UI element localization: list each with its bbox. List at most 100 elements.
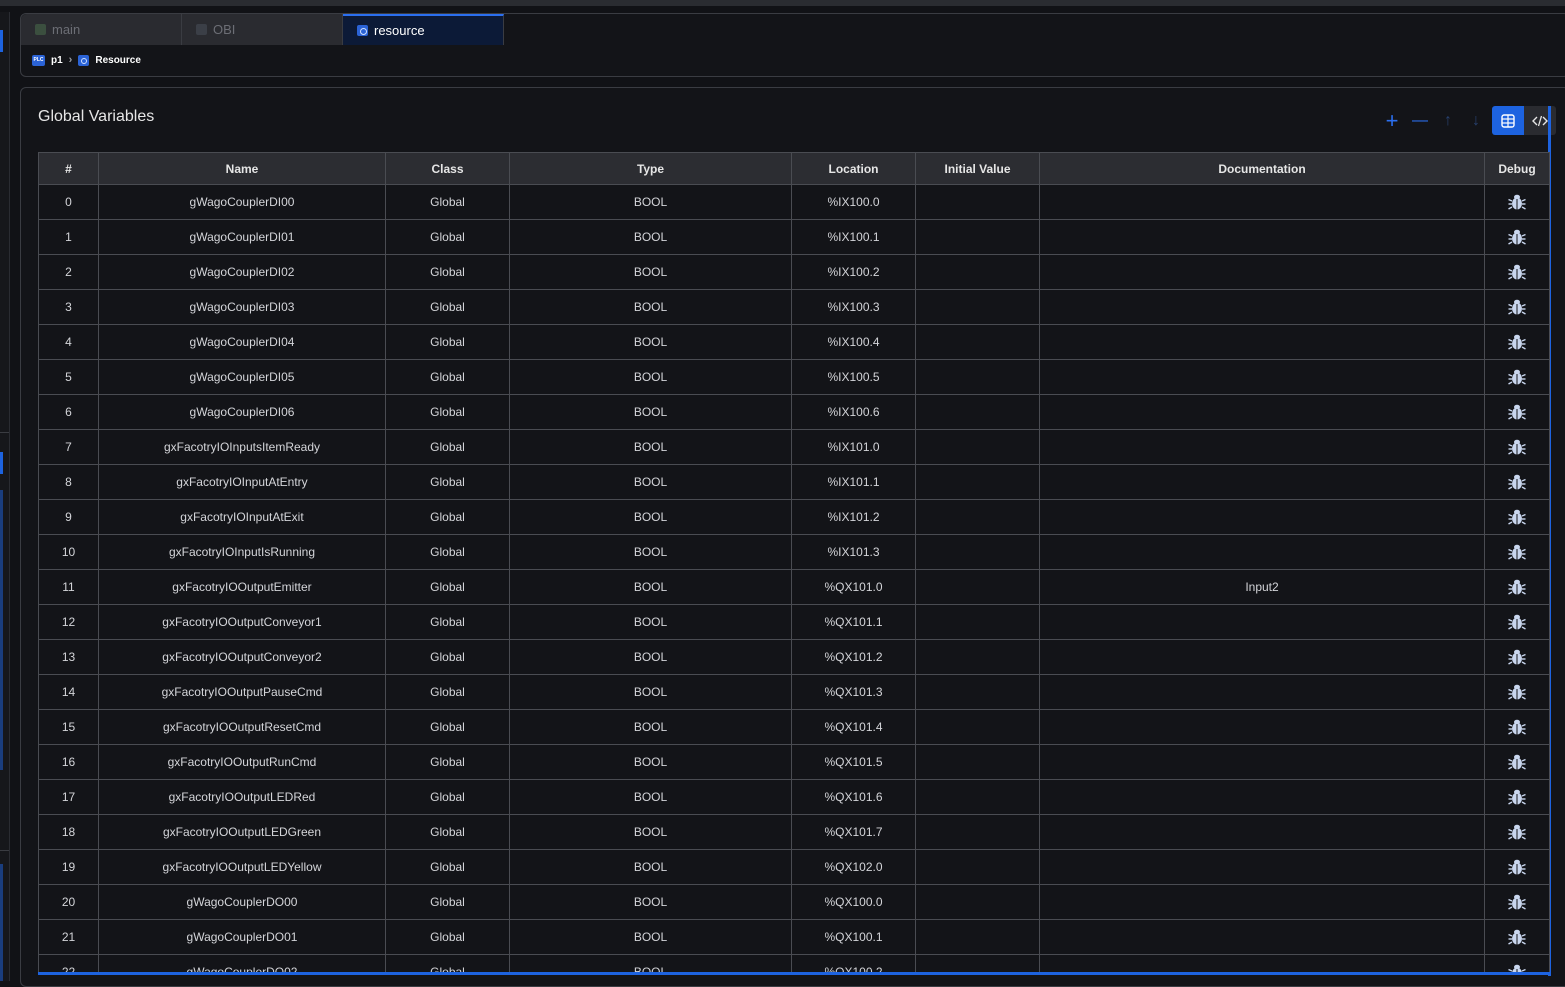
cell-initial-value[interactable] [915,534,1040,570]
cell-class[interactable]: Global [385,674,510,710]
cell-initial-value[interactable] [915,254,1040,290]
cell-class[interactable]: Global [385,184,510,220]
cell-documentation[interactable] [1039,464,1485,500]
cell-initial-value[interactable] [915,359,1040,395]
cell-initial-value[interactable] [915,464,1040,500]
cell-class[interactable]: Global [385,359,510,395]
cell-initial-value[interactable] [915,219,1040,255]
debug-toggle-button[interactable] [1484,569,1550,605]
cell-class[interactable]: Global [385,919,510,955]
tab-obi[interactable]: OBI [182,14,343,45]
cell-name[interactable]: gxFacotryIOOutputConveyor1 [98,604,386,640]
debug-toggle-button[interactable] [1484,219,1550,255]
cell-documentation[interactable] [1039,954,1485,972]
cell-type[interactable]: BOOL [509,289,792,325]
cell-documentation[interactable]: Input2 [1039,569,1485,605]
column-header-name[interactable]: Name [98,152,386,185]
debug-toggle-button[interactable] [1484,254,1550,290]
table-row[interactable]: 1 gWagoCouplerDI01 Global BOOL %IX100.1 [38,219,1550,255]
table-row[interactable]: 20 gWagoCouplerDO00 Global BOOL %QX100.0 [38,884,1550,920]
cell-initial-value[interactable] [915,849,1040,885]
cell-location[interactable]: %QX100.0 [791,884,916,920]
debug-toggle-button[interactable] [1484,884,1550,920]
breadcrumb-project[interactable]: p1 [51,55,63,66]
cell-name[interactable]: gWagoCouplerDO01 [98,919,386,955]
debug-toggle-button[interactable] [1484,324,1550,360]
debug-toggle-button[interactable] [1484,534,1550,570]
debug-toggle-button[interactable] [1484,849,1550,885]
tab-main[interactable]: main [21,14,182,45]
add-variable-button[interactable]: + [1378,107,1406,135]
cell-initial-value[interactable] [915,569,1040,605]
debug-toggle-button[interactable] [1484,359,1550,395]
cell-documentation[interactable] [1039,604,1485,640]
cell-type[interactable]: BOOL [509,569,792,605]
cell-documentation[interactable] [1039,394,1485,430]
cell-documentation[interactable] [1039,779,1485,815]
cell-class[interactable]: Global [385,814,510,850]
table-row[interactable]: 22 gWagoCouplerDO02 Global BOOL %QX100.2 [38,954,1550,972]
cell-documentation[interactable] [1039,884,1485,920]
cell-initial-value[interactable] [915,289,1040,325]
cell-class[interactable]: Global [385,499,510,535]
cell-documentation[interactable] [1039,289,1485,325]
cell-type[interactable]: BOOL [509,604,792,640]
cell-name[interactable]: gWagoCouplerDI03 [98,289,386,325]
breadcrumb-resource[interactable]: Resource [95,55,141,66]
cell-location[interactable]: %IX101.1 [791,464,916,500]
cell-name[interactable]: gxFacotryIOOutputLEDYellow [98,849,386,885]
debug-toggle-button[interactable] [1484,919,1550,955]
table-row[interactable]: 9 gxFacotryIOInputAtExit Global BOOL %IX101.… [38,499,1550,535]
cell-class[interactable]: Global [385,219,510,255]
cell-location[interactable]: %IX100.6 [791,394,916,430]
cell-initial-value[interactable] [915,184,1040,220]
table-view-button[interactable] [1492,106,1524,135]
debug-toggle-button[interactable] [1484,464,1550,500]
debug-toggle-button[interactable] [1484,639,1550,675]
cell-index[interactable]: 1 [38,219,99,255]
cell-index[interactable]: 5 [38,359,99,395]
cell-index[interactable]: 16 [38,744,99,780]
column-header-type[interactable]: Type [509,152,792,185]
cell-location[interactable]: %IX101.2 [791,499,916,535]
table-row[interactable]: 6 gWagoCouplerDI06 Global BOOL %IX100.6 [38,394,1550,430]
table-row[interactable]: 10 gxFacotryIOInputIsRunning Global BOOL %IX… [38,534,1550,570]
debug-toggle-button[interactable] [1484,709,1550,745]
cell-type[interactable]: BOOL [509,324,792,360]
cell-class[interactable]: Global [385,429,510,465]
cell-location[interactable]: %QX101.7 [791,814,916,850]
cell-type[interactable]: BOOL [509,849,792,885]
cell-name[interactable]: gxFacotryIOOutputResetCmd [98,709,386,745]
cell-class[interactable]: Global [385,954,510,972]
cell-documentation[interactable] [1039,709,1485,745]
cell-name[interactable]: gWagoCouplerDI02 [98,254,386,290]
cell-name[interactable]: gxFacotryIOInputsItemReady [98,429,386,465]
cell-class[interactable]: Global [385,534,510,570]
table-row[interactable]: 18 gxFacotryIOOutputLEDGreen Global BOOL %QX… [38,814,1550,850]
cell-initial-value[interactable] [915,919,1040,955]
debug-toggle-button[interactable] [1484,394,1550,430]
cell-index[interactable]: 0 [38,184,99,220]
cell-type[interactable]: BOOL [509,464,792,500]
cell-index[interactable]: 13 [38,639,99,675]
cell-type[interactable]: BOOL [509,954,792,972]
debug-toggle-button[interactable] [1484,779,1550,815]
cell-location[interactable]: %QX102.0 [791,849,916,885]
cell-documentation[interactable] [1039,429,1485,465]
cell-location[interactable]: %QX101.2 [791,639,916,675]
table-row[interactable]: 13 gxFacotryIOOutputConveyor2 Global BOOL %Q… [38,639,1550,675]
cell-type[interactable]: BOOL [509,534,792,570]
cell-name[interactable]: gWagoCouplerDO00 [98,884,386,920]
cell-type[interactable]: BOOL [509,779,792,815]
move-down-button[interactable]: ↓ [1462,107,1490,135]
cell-class[interactable]: Global [385,779,510,815]
cell-location[interactable]: %IX100.3 [791,289,916,325]
column-header-debug[interactable]: Debug [1484,152,1550,185]
cell-name[interactable]: gxFacotryIOOutputConveyor2 [98,639,386,675]
code-view-button[interactable] [1524,106,1556,135]
cell-documentation[interactable] [1039,534,1485,570]
cell-index[interactable]: 17 [38,779,99,815]
table-row[interactable]: 19 gxFacotryIOOutputLEDYellow Global BOOL %Q… [38,849,1550,885]
cell-index[interactable]: 10 [38,534,99,570]
cell-index[interactable]: 4 [38,324,99,360]
